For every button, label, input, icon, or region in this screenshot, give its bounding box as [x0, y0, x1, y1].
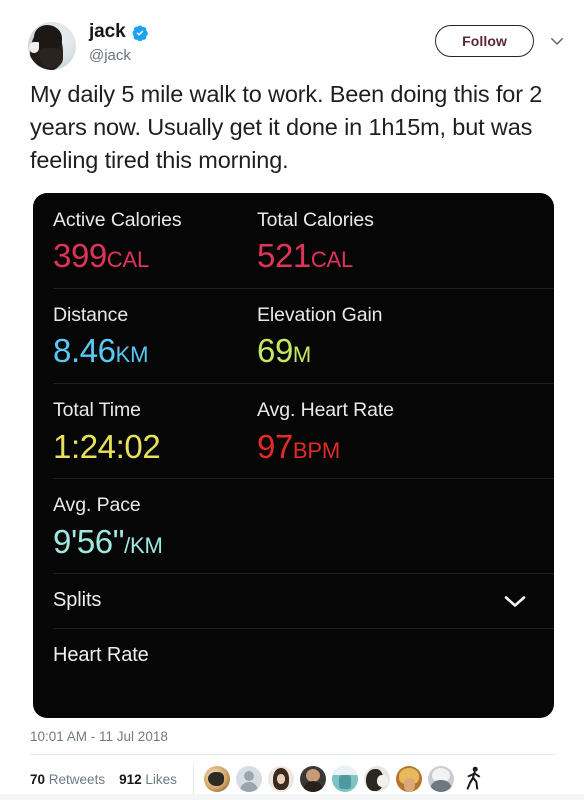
verified-badge-icon — [132, 25, 148, 41]
metric-label: Elevation Gain — [257, 304, 383, 327]
metric-row-pace: Avg. Pace 9'56"/KM — [33, 478, 554, 573]
tweet-header: jack @jack Follow — [0, 0, 584, 70]
section-label: Splits — [53, 589, 102, 612]
metric-unit: M — [292, 342, 312, 368]
metric-distance: Distance 8.46KM — [33, 304, 245, 369]
metric-number: 399 — [53, 237, 107, 275]
avatar[interactable] — [28, 22, 76, 70]
retweets-label: Retweets — [48, 771, 106, 787]
metric-value: 9'56"/KM — [53, 522, 554, 560]
retweets-count: 70 — [30, 771, 46, 787]
metric-total-calories: Total Calories 521CAL — [245, 209, 535, 274]
metric-number: 521 — [257, 237, 311, 275]
metric-active-calories: Active Calories 399CAL — [33, 209, 245, 274]
metric-row-distance: Distance 8.46KM Elevation Gain 69M — [33, 288, 554, 383]
metric-label: Total Calories — [257, 209, 374, 231]
likes-label: Likes — [145, 771, 177, 787]
metric-label: Avg. Heart Rate — [257, 399, 394, 422]
metric-number: 9'56" — [53, 522, 125, 560]
facepile-avatar[interactable] — [331, 766, 358, 792]
facepile-avatar[interactable] — [299, 766, 326, 792]
facepile-avatar[interactable] — [427, 766, 454, 792]
follow-button[interactable]: Follow — [435, 25, 534, 57]
likes-count: 912 — [119, 771, 142, 787]
metric-number: 8.46 — [53, 332, 116, 370]
metric-row-time: Total Time 1:24:02 Avg. Heart Rate 97BPM — [33, 383, 554, 478]
metric-unit: KM — [115, 342, 149, 368]
author-names: jack @jack — [89, 22, 435, 64]
metric-avg-heart-rate: Avg. Heart Rate 97BPM — [245, 399, 535, 464]
facepile-avatar[interactable] — [267, 766, 294, 792]
metric-value: 521CAL — [257, 238, 535, 274]
facepile-avatar[interactable] — [235, 766, 262, 792]
workout-summary-card[interactable]: Active Calories 399CAL Total Calories 52… — [33, 193, 554, 718]
chevron-down-icon[interactable] — [548, 32, 566, 50]
metric-number: 97 — [257, 427, 293, 465]
metric-value: 8.46KM — [53, 333, 245, 369]
metric-unit: CAL — [310, 247, 354, 273]
metric-label: Avg. Pace — [53, 494, 141, 517]
metric-unit: BPM — [292, 437, 340, 463]
metric-number: 1:24:02 — [53, 427, 161, 465]
author-handle[interactable]: @jack — [89, 47, 435, 64]
metric-avg-pace: Avg. Pace 9'56"/KM — [33, 494, 554, 559]
metric-label: Total Time — [53, 399, 141, 422]
metric-value: 69M — [257, 333, 535, 369]
tweet-stats: 70 Retweets 912 Likes — [0, 755, 584, 794]
metric-value: 399CAL — [53, 238, 245, 274]
tweet-card: jack @jack Follow My daily 5 mile walk t… — [0, 0, 584, 800]
follow-controls: Follow — [435, 22, 566, 57]
facepile-avatar[interactable] — [203, 766, 230, 792]
section-splits[interactable]: Splits — [33, 573, 554, 628]
facepile-avatar[interactable] — [395, 766, 422, 792]
metric-unit: /KM — [124, 532, 163, 558]
chevron-down-icon[interactable] — [502, 593, 528, 609]
tweet-timestamp[interactable]: 10:01 AM - 11 Jul 2018 — [0, 718, 584, 744]
likes-stat[interactable]: 912 Likes — [119, 772, 177, 787]
metric-value: 97BPM — [257, 427, 535, 465]
metric-elevation-gain: Elevation Gain 69M — [245, 304, 535, 369]
bottom-edge — [0, 794, 584, 800]
metric-total-time: Total Time 1:24:02 — [33, 399, 245, 464]
retweets-stat[interactable]: 70 Retweets — [30, 772, 105, 787]
metric-value: 1:24:02 — [53, 427, 245, 465]
metric-label: Active Calories — [53, 209, 182, 231]
walking-person-icon — [462, 766, 486, 792]
author-display-name[interactable]: jack — [89, 22, 126, 41]
metric-label: Distance — [53, 304, 129, 327]
section-heart-rate[interactable]: Heart Rate — [33, 628, 554, 683]
facepile — [203, 766, 486, 792]
facepile-avatar[interactable] — [363, 766, 390, 792]
tweet-text: My daily 5 mile walk to work. Been doing… — [30, 81, 549, 173]
section-label: Heart Rate — [53, 644, 149, 667]
metric-row-calories: Active Calories 399CAL Total Calories 52… — [33, 193, 554, 288]
metric-unit: CAL — [106, 247, 150, 273]
metric-number: 69 — [257, 332, 293, 370]
vertical-divider — [192, 764, 194, 794]
